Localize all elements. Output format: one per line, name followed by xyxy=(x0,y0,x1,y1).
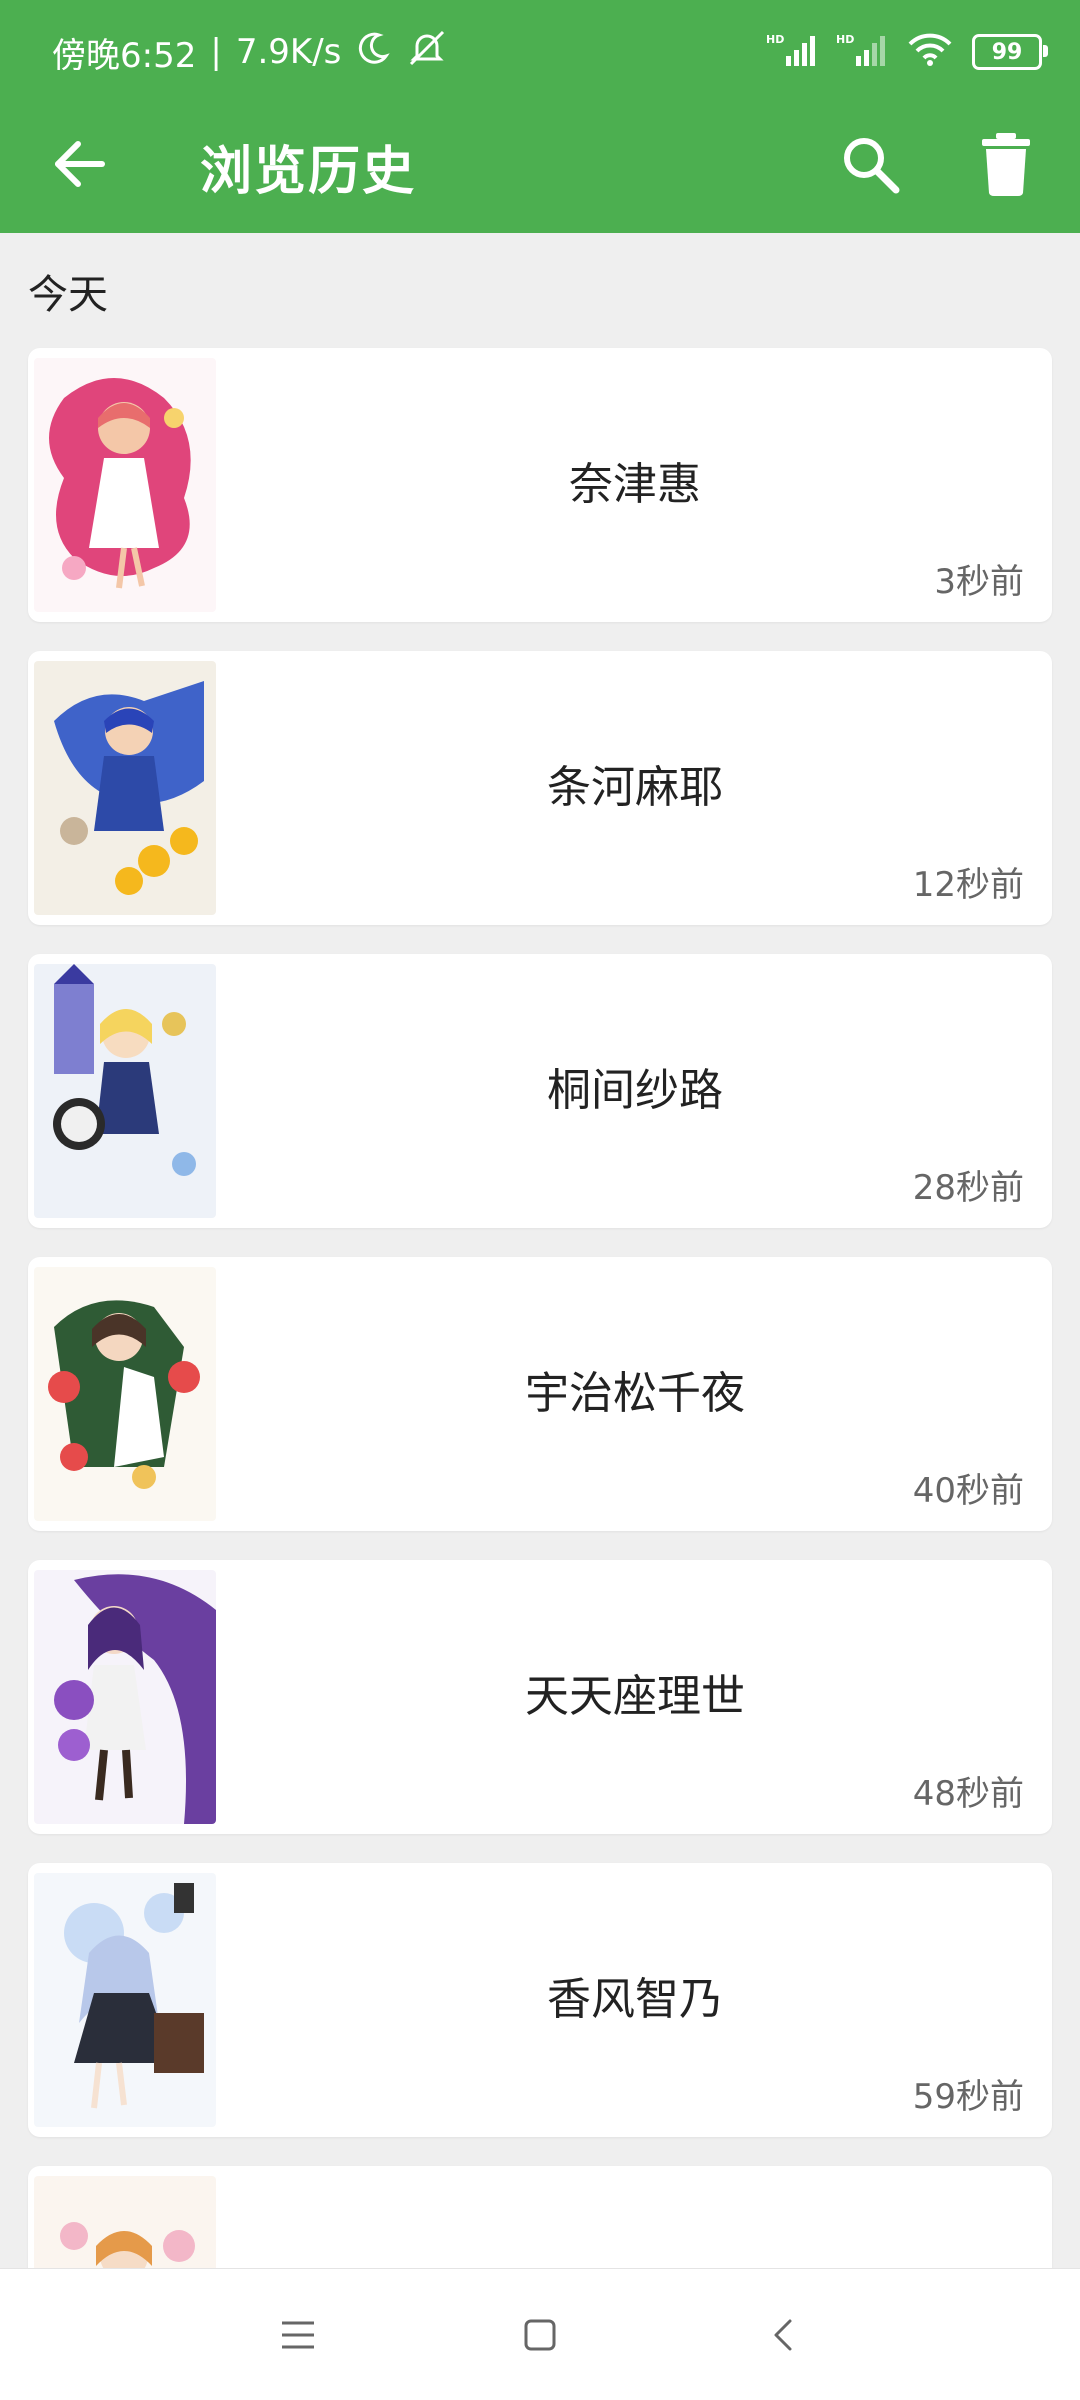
app-header: 傍晚6:52 | 7.9K/s HD HD 99 浏览历史 xyxy=(0,0,1080,233)
page-title: 浏览历史 xyxy=(200,142,417,202)
item-thumbnail xyxy=(34,964,216,1218)
item-title: 香风智乃 xyxy=(547,1974,723,2025)
history-list: 奈津惠 3秒前 条河麻耶 12秒前 桐间纱路 28秒前 宇治松千夜 40秒前 天… xyxy=(28,348,1052,2315)
item-title: 天天座理世 xyxy=(525,1671,745,1722)
history-item[interactable]: 奈津惠 3秒前 xyxy=(28,348,1052,622)
status-speed: 7.9K/s xyxy=(235,32,342,72)
menu-icon xyxy=(282,2321,314,2349)
item-title: 奈津惠 xyxy=(569,459,701,510)
history-item[interactable]: 条河麻耶 12秒前 xyxy=(28,651,1052,925)
item-title: 桐间纱路 xyxy=(547,1065,723,1116)
status-bar: 傍晚6:52 | 7.9K/s HD HD 99 xyxy=(0,0,1080,104)
item-thumbnail xyxy=(34,358,216,612)
battery-indicator: 99 xyxy=(972,34,1048,70)
item-title: 条河麻耶 xyxy=(547,762,723,813)
system-navigation-bar xyxy=(0,2268,1080,2400)
item-thumbnail xyxy=(34,1570,216,1824)
item-timestamp: 12秒前 xyxy=(912,865,1024,905)
item-thumbnail xyxy=(34,1873,216,2127)
toolbar: 浏览历史 xyxy=(0,104,1080,233)
recent-apps-button[interactable] xyxy=(272,2309,324,2361)
search-icon xyxy=(844,138,900,194)
item-timestamp: 48秒前 xyxy=(912,1774,1024,1814)
status-right: HD HD 99 xyxy=(766,32,1048,72)
section-header-today: 今天 xyxy=(28,272,108,318)
signal1-label: HD xyxy=(766,33,784,46)
item-title: 宇治松千夜 xyxy=(525,1368,745,1419)
trash-icon xyxy=(982,133,1030,196)
signal-icon: HD xyxy=(766,32,818,72)
back-chevron-icon xyxy=(774,2319,792,2351)
history-item[interactable]: 天天座理世 48秒前 xyxy=(28,1560,1052,1834)
back-button[interactable] xyxy=(44,128,116,200)
wifi-icon xyxy=(906,32,954,72)
home-button[interactable] xyxy=(514,2309,566,2361)
screen: 傍晚6:52 | 7.9K/s HD HD 99 浏览历史 今天 奈津惠 3秒前… xyxy=(0,0,1080,2400)
status-time: 傍晚6:52 xyxy=(52,35,197,76)
home-square-icon xyxy=(524,2319,556,2351)
item-timestamp: 59秒前 xyxy=(912,2077,1024,2117)
back-arrow-icon xyxy=(55,141,105,187)
status-left: 傍晚6:52 | 7.9K/s xyxy=(52,28,449,77)
item-thumbnail xyxy=(34,1267,216,1521)
item-timestamp: 28秒前 xyxy=(912,1168,1024,1208)
item-timestamp: 3秒前 xyxy=(934,562,1024,602)
history-item[interactable]: 香风智乃 59秒前 xyxy=(28,1863,1052,2137)
history-item[interactable]: 桐间纱路 28秒前 xyxy=(28,954,1052,1228)
item-thumbnail xyxy=(34,661,216,915)
signal-icon-2: HD xyxy=(836,32,888,72)
status-separator: | xyxy=(210,32,222,72)
moon-icon xyxy=(355,30,391,75)
system-back-button[interactable] xyxy=(758,2309,810,2361)
mute-bell-icon xyxy=(405,28,449,77)
history-item[interactable]: 宇治松千夜 40秒前 xyxy=(28,1257,1052,1531)
item-timestamp: 40秒前 xyxy=(912,1471,1024,1511)
signal2-label: HD xyxy=(836,33,854,46)
delete-history-button[interactable] xyxy=(966,124,1046,204)
search-button[interactable] xyxy=(830,124,910,204)
